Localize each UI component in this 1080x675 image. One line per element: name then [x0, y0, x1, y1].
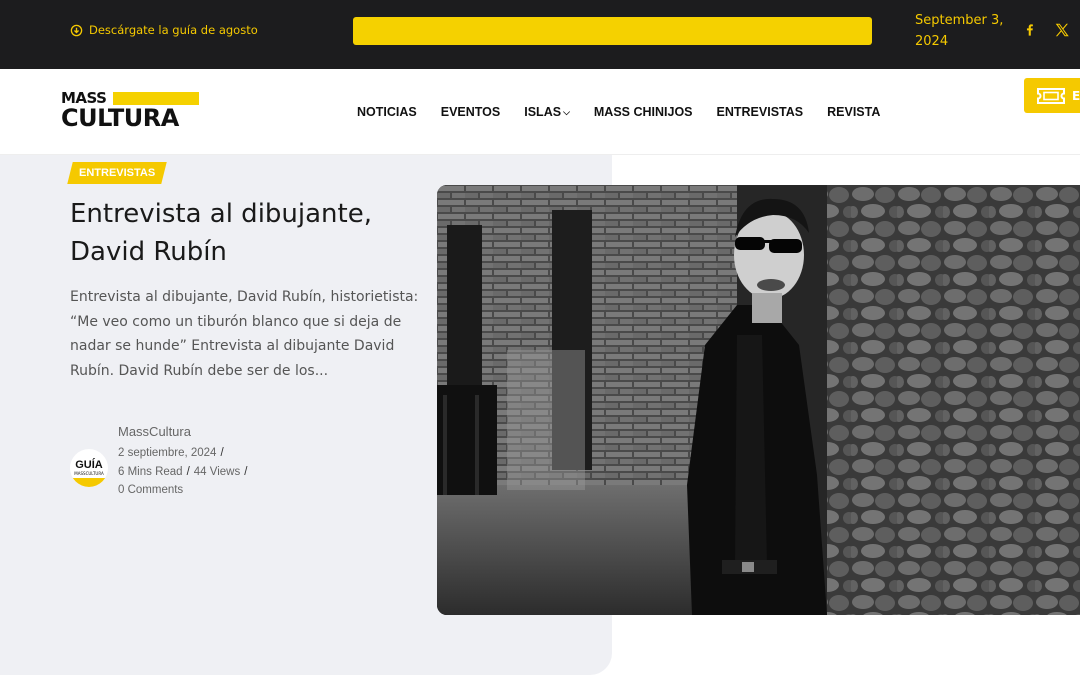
avatar-logo-text: GUÍA [75, 459, 103, 471]
avatar-logo-subtext: MASSCULTURA [74, 471, 104, 476]
download-icon [70, 24, 83, 36]
ticket-icon [1037, 87, 1065, 104]
tickets-label: E [1072, 88, 1080, 103]
comment-count[interactable]: 0 Comments [118, 484, 183, 496]
article-title[interactable]: Entrevista al dibujante, David Rubín [70, 195, 430, 271]
nav-item-label: EVENTOS [440, 105, 501, 119]
nav-item-noticias[interactable]: NOTICIAS [357, 105, 417, 119]
main-nav: NOTICIAS EVENTOS ISLAS ⌵ MASS CHINIJOS EN… [357, 105, 904, 119]
nav-item-mass-chinijos[interactable]: MASS CHINIJOS [594, 105, 693, 119]
nav-item-islas[interactable]: ISLAS ⌵ [524, 105, 570, 119]
facebook-icon[interactable] [1020, 20, 1040, 40]
nav-item-label: MASS CHINIJOS [593, 105, 693, 119]
avatar-accent [70, 478, 108, 487]
top-bar: Descárgate la guía de agosto September 3… [0, 0, 1080, 69]
news-ticker[interactable] [353, 17, 872, 45]
download-guide-label: Descárgate la guía de agosto [89, 23, 258, 37]
site-logo[interactable]: MASS CULTURA [61, 89, 201, 135]
nav-item-label: ISLAS [524, 105, 562, 119]
nav-item-revista[interactable]: REVISTA [827, 105, 880, 119]
date-line-1: September 3, [915, 13, 1004, 28]
featured-section: ENTREVISTAS Entrevista al dibujante, Dav… [0, 155, 1080, 675]
nav-item-label: ENTREVISTAS [716, 105, 804, 119]
read-time: 6 Mins Read [118, 465, 183, 478]
nav-item-eventos[interactable]: EVENTOS [441, 105, 501, 119]
article-excerpt: Entrevista al dibujante, David Rubín, hi… [70, 289, 419, 379]
nav-item-label: REVISTA [827, 105, 881, 119]
nav-item-label: NOTICIAS [357, 105, 417, 119]
view-count: 44 Views [193, 465, 241, 478]
download-guide-link[interactable]: Descárgate la guía de agosto [70, 23, 258, 37]
date-line-2: 2024 [915, 34, 949, 49]
x-icon[interactable] [1052, 20, 1072, 40]
current-date: September 3, 2024 [915, 10, 1015, 52]
author-name[interactable]: MassCultura [118, 424, 191, 439]
portrait-photo [437, 185, 1080, 615]
article-meta: 2 septiembre, 2024/ 6 Mins Read/44 Views… [118, 444, 308, 500]
article-date: 2 septiembre, 2024 [118, 447, 217, 459]
nav-item-entrevistas[interactable]: ENTREVISTAS [717, 105, 804, 119]
tickets-button[interactable]: E [1024, 78, 1080, 113]
category-badge[interactable]: ENTREVISTAS [67, 162, 167, 184]
featured-image[interactable] [437, 185, 1080, 615]
logo-cultura-text: CULTURA [61, 104, 179, 132]
author-avatar[interactable]: GUÍA MASSCULTURA [70, 449, 108, 487]
site-header: MASS CULTURA NOTICIAS EVENTOS ISLAS ⌵ MAS… [0, 69, 1080, 155]
meta-separator: / [220, 447, 224, 459]
meta-separator: / [244, 465, 248, 478]
chevron-down-icon: ⌵ [563, 106, 570, 117]
meta-separator: / [186, 465, 190, 478]
